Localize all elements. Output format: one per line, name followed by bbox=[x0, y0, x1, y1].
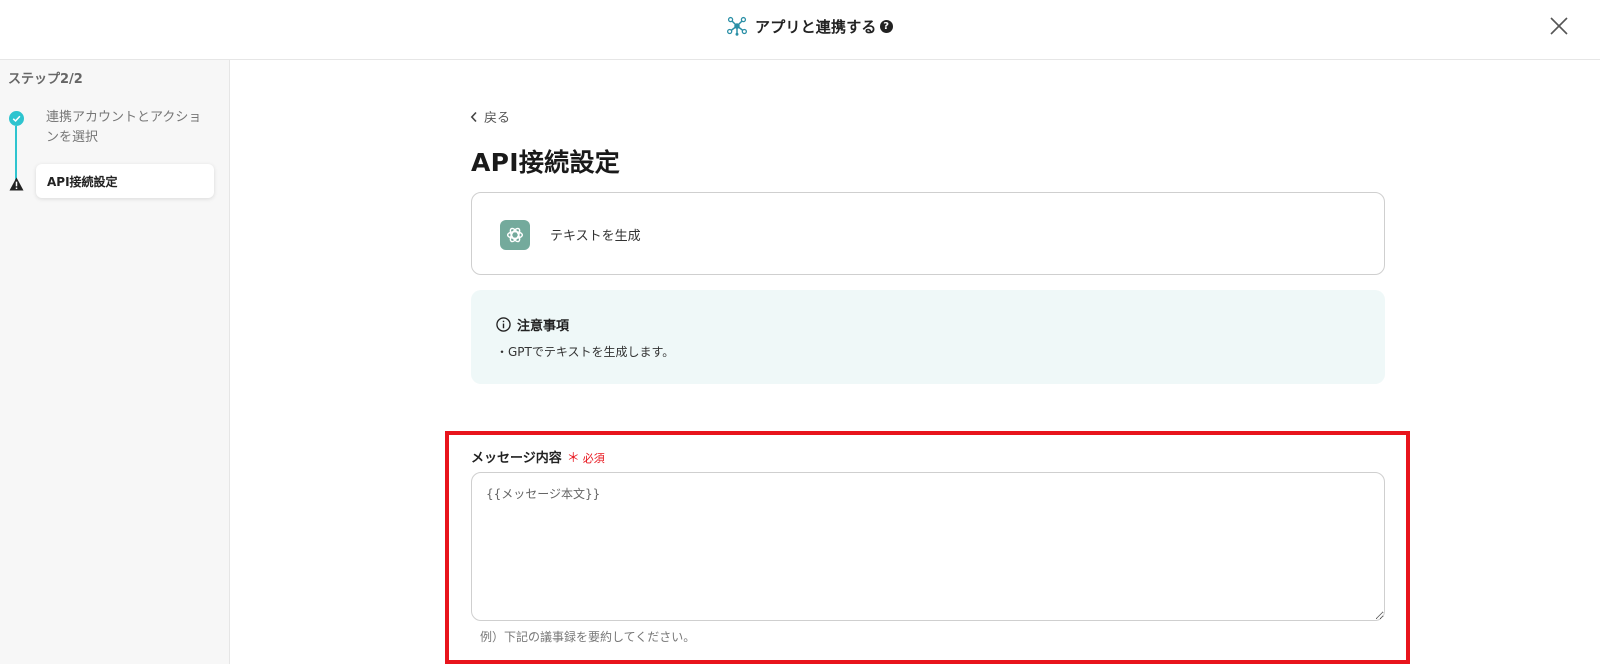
check-circle-icon bbox=[9, 111, 24, 126]
back-link[interactable]: 戻る bbox=[470, 107, 510, 126]
back-link-label: 戻る bbox=[484, 111, 511, 126]
message-field-label: メッセージ内容 bbox=[471, 451, 562, 466]
notice-heading-text: 注意事項 bbox=[517, 319, 570, 334]
message-textarea[interactable]: {{メッセージ本文}} bbox=[471, 472, 1385, 621]
step-counter: ステップ2/2 bbox=[8, 72, 83, 87]
top-bar: アプリと連携する ? bbox=[0, 0, 1600, 60]
notice-body: ・GPTでテキストを生成します。 bbox=[496, 345, 675, 359]
message-field-label-row: メッセージ内容 ＊ 必須 bbox=[471, 447, 605, 466]
required-badge: 必須 bbox=[582, 452, 605, 465]
step-timeline-line bbox=[15, 126, 17, 180]
network-nodes-icon bbox=[727, 16, 747, 36]
warning-triangle-icon bbox=[9, 177, 24, 191]
step-item-api-settings[interactable]: API接続設定 bbox=[36, 164, 214, 198]
selected-action-card: テキストを生成 bbox=[471, 192, 1385, 275]
required-asterisk: ＊ bbox=[566, 451, 580, 466]
help-icon[interactable]: ? bbox=[879, 19, 893, 33]
chevron-left-icon bbox=[470, 111, 477, 122]
info-icon bbox=[496, 317, 511, 332]
modal-title-text: アプリと連携する bbox=[755, 17, 877, 36]
action-label: テキストを生成 bbox=[550, 229, 641, 244]
close-icon[interactable] bbox=[1547, 14, 1571, 38]
step-sidebar: ステップ2/2 連携アカウントとアクションを選択 API接続設定 bbox=[0, 60, 230, 664]
notice-heading: 注意事項 bbox=[496, 315, 569, 334]
step-item-label: API接続設定 bbox=[47, 175, 118, 189]
notice-box: 注意事項 ・GPTでテキストを生成します。 bbox=[471, 290, 1385, 384]
openai-icon bbox=[500, 220, 530, 250]
page-title: API接続設定 bbox=[471, 148, 621, 177]
step-item-select-action[interactable]: 連携アカウントとアクションを選択 bbox=[46, 108, 211, 148]
modal-title: アプリと連携する ? bbox=[726, 14, 893, 38]
message-field-hint: 例）下記の議事録を要約してください。 bbox=[480, 630, 696, 644]
